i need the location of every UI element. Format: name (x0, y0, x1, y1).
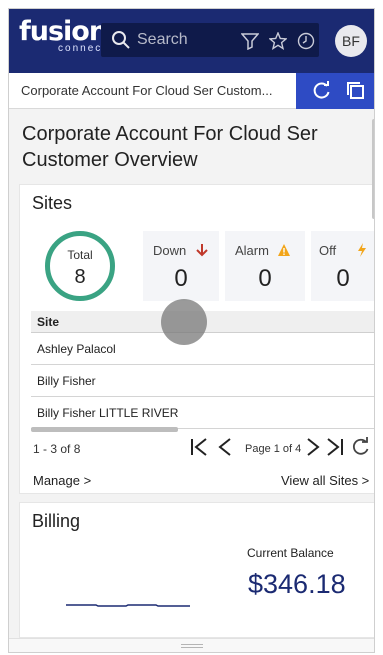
billing-title: Billing (32, 511, 81, 531)
previous-page-icon[interactable] (215, 437, 235, 457)
app-frame: fusion connect BF Corporate Account For … (8, 8, 375, 653)
next-page-icon[interactable] (303, 437, 323, 457)
sites-title: Sites (32, 193, 73, 213)
user-avatar[interactable]: BF (335, 25, 367, 57)
open-tab-bar: Corporate Account For Cloud Ser Custom..… (9, 73, 374, 109)
table-row[interactable]: Ashley Palacol (31, 333, 374, 365)
site-name: Ashley Palacol (37, 342, 116, 356)
search-box[interactable] (101, 23, 319, 57)
current-balance-value: $346.18 (248, 569, 346, 599)
off-label: Off (319, 243, 337, 258)
billing-sparkline (66, 604, 190, 607)
current-tab-label[interactable]: Corporate Account For Cloud Ser Custom..… (21, 83, 272, 98)
total-sites-ring[interactable]: Total 8 (45, 231, 115, 301)
total-label: Total (67, 248, 93, 262)
page-scrollbar[interactable] (372, 119, 374, 219)
bolt-icon (358, 243, 366, 257)
off-value: 0 (336, 265, 350, 292)
filter-icon[interactable] (241, 32, 259, 50)
table-row[interactable]: Billy Fisher LITTLE RIVER (31, 397, 374, 429)
tab-actions (296, 73, 374, 109)
total-value: 8 (74, 266, 86, 288)
site-column-header: Site (37, 315, 60, 329)
current-balance-label: Current Balance (247, 546, 334, 560)
manage-link[interactable]: Manage > (33, 473, 91, 488)
warning-icon (278, 244, 290, 256)
site-name: Billy Fisher (37, 374, 96, 388)
arrow-down-icon (196, 244, 208, 257)
windows-icon[interactable] (346, 81, 366, 101)
refresh-table-icon[interactable] (351, 437, 371, 457)
first-page-icon[interactable] (189, 437, 209, 457)
down-value: 0 (174, 265, 188, 292)
alarm-stat-tile[interactable]: Alarm 0 (225, 231, 305, 301)
touch-indicator (161, 299, 207, 345)
star-icon[interactable] (269, 32, 287, 50)
last-page-icon[interactable] (325, 437, 345, 457)
off-stat-tile[interactable]: Off 0 (311, 231, 374, 301)
pager-count: 1 - 3 of 8 (33, 442, 81, 456)
top-header: fusion connect BF (9, 9, 374, 73)
alarm-label: Alarm (235, 243, 269, 258)
clock-icon[interactable] (297, 32, 315, 50)
view-all-sites-link[interactable]: View all Sites > (281, 473, 369, 488)
table-horizontal-scrollbar[interactable] (31, 427, 178, 432)
alarm-value: 0 (258, 265, 272, 292)
refresh-icon[interactable] (312, 81, 332, 101)
search-input[interactable] (137, 28, 217, 52)
fusion-connect-logo[interactable]: fusion connect (19, 16, 108, 54)
logo-text: fusion (19, 16, 108, 47)
down-stat-tile[interactable]: Down 0 (143, 231, 219, 301)
down-label: Down (153, 243, 187, 258)
page-indicator: Page 1 of 4 (245, 443, 302, 455)
table-row[interactable]: Billy Fisher (31, 365, 374, 397)
bottom-bar (9, 638, 374, 652)
site-name: Billy Fisher LITTLE RIVER (37, 406, 179, 420)
search-icon (112, 31, 130, 49)
page-title: Corporate Account For Cloud Ser Customer… (22, 123, 318, 171)
drag-handle-icon[interactable] (181, 644, 203, 648)
